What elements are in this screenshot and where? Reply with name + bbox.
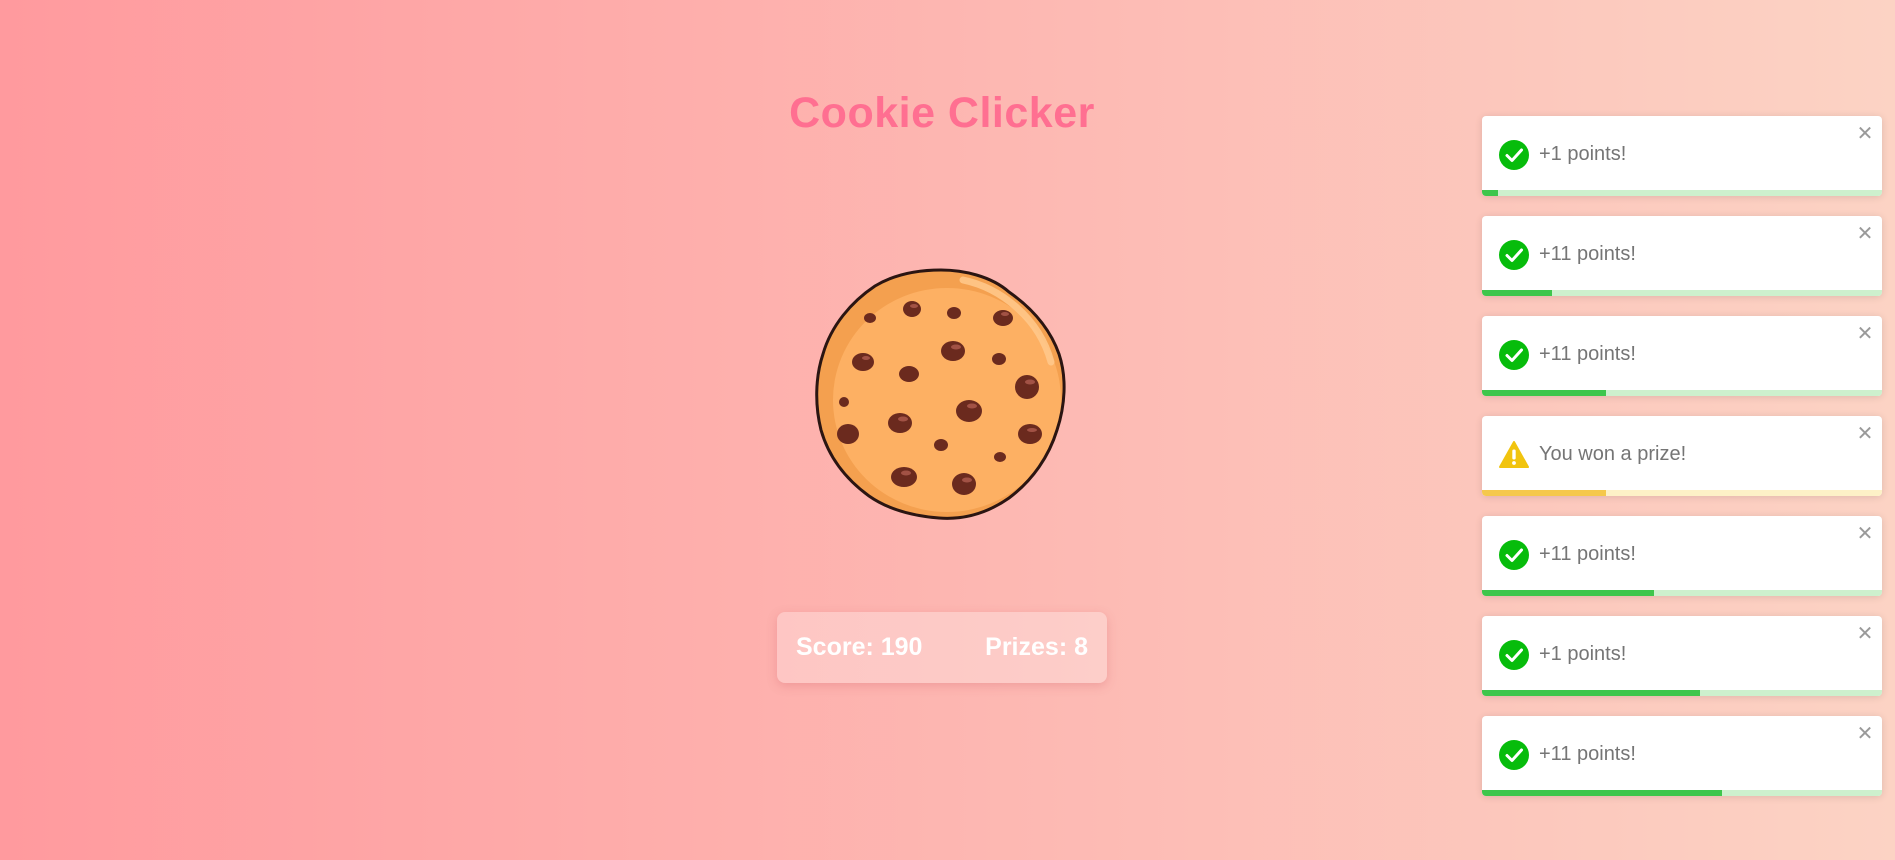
close-icon[interactable]: ✕ (1856, 223, 1874, 243)
toast-message: +1 points! (1539, 643, 1627, 665)
toast-progress-bar (1482, 590, 1882, 596)
toast-progress-fill (1482, 590, 1654, 596)
toast-message: +11 points! (1539, 243, 1636, 265)
toast-progress-bar (1482, 190, 1882, 196)
success-check-icon (1499, 240, 1529, 270)
toast-message: +11 points! (1539, 343, 1636, 365)
success-check-icon (1499, 640, 1529, 670)
toast-notification[interactable]: +1 points! ✕ (1482, 116, 1882, 196)
close-icon[interactable]: ✕ (1856, 323, 1874, 343)
toast-progress-fill (1482, 490, 1606, 496)
close-icon[interactable]: ✕ (1856, 123, 1874, 143)
toast-progress-bar (1482, 390, 1882, 396)
close-icon[interactable]: ✕ (1856, 623, 1874, 643)
success-check-icon (1499, 540, 1529, 570)
prizes-display: Prizes: 8 (985, 633, 1088, 661)
success-check-icon (1499, 140, 1529, 170)
success-check-icon (1499, 740, 1529, 770)
toast-notification[interactable]: +11 points! ✕ (1482, 516, 1882, 596)
score-display: Score: 190 (796, 633, 923, 661)
scoreboard: Score: 190 Prizes: 8 (777, 612, 1107, 683)
toast-progress-fill (1482, 690, 1700, 696)
close-icon[interactable]: ✕ (1856, 423, 1874, 443)
close-icon[interactable]: ✕ (1856, 723, 1874, 743)
toast-message: +11 points! (1539, 743, 1636, 765)
cookie-button[interactable] (813, 266, 1069, 522)
toast-message: +11 points! (1539, 543, 1636, 565)
close-icon[interactable]: ✕ (1856, 523, 1874, 543)
toast-container: +1 points! ✕ +11 points! ✕ +11 points! ✕… (1482, 116, 1882, 816)
toast-progress-bar (1482, 490, 1882, 496)
success-check-icon (1499, 340, 1529, 370)
toast-notification[interactable]: +1 points! ✕ (1482, 616, 1882, 696)
cookie-icon (815, 268, 1066, 520)
toast-progress-fill (1482, 290, 1552, 296)
toast-progress-fill (1482, 790, 1722, 796)
toast-progress-fill (1482, 390, 1606, 396)
warning-icon (1499, 440, 1529, 470)
toast-progress-fill (1482, 190, 1498, 196)
toast-progress-bar (1482, 790, 1882, 796)
toast-notification[interactable]: +11 points! ✕ (1482, 716, 1882, 796)
toast-progress-bar (1482, 690, 1882, 696)
toast-notification[interactable]: +11 points! ✕ (1482, 216, 1882, 296)
toast-message: You won a prize! (1539, 443, 1687, 465)
toast-notification[interactable]: +11 points! ✕ (1482, 316, 1882, 396)
toast-message: +1 points! (1539, 143, 1627, 165)
toast-notification[interactable]: You won a prize! ✕ (1482, 416, 1882, 496)
toast-progress-bar (1482, 290, 1882, 296)
